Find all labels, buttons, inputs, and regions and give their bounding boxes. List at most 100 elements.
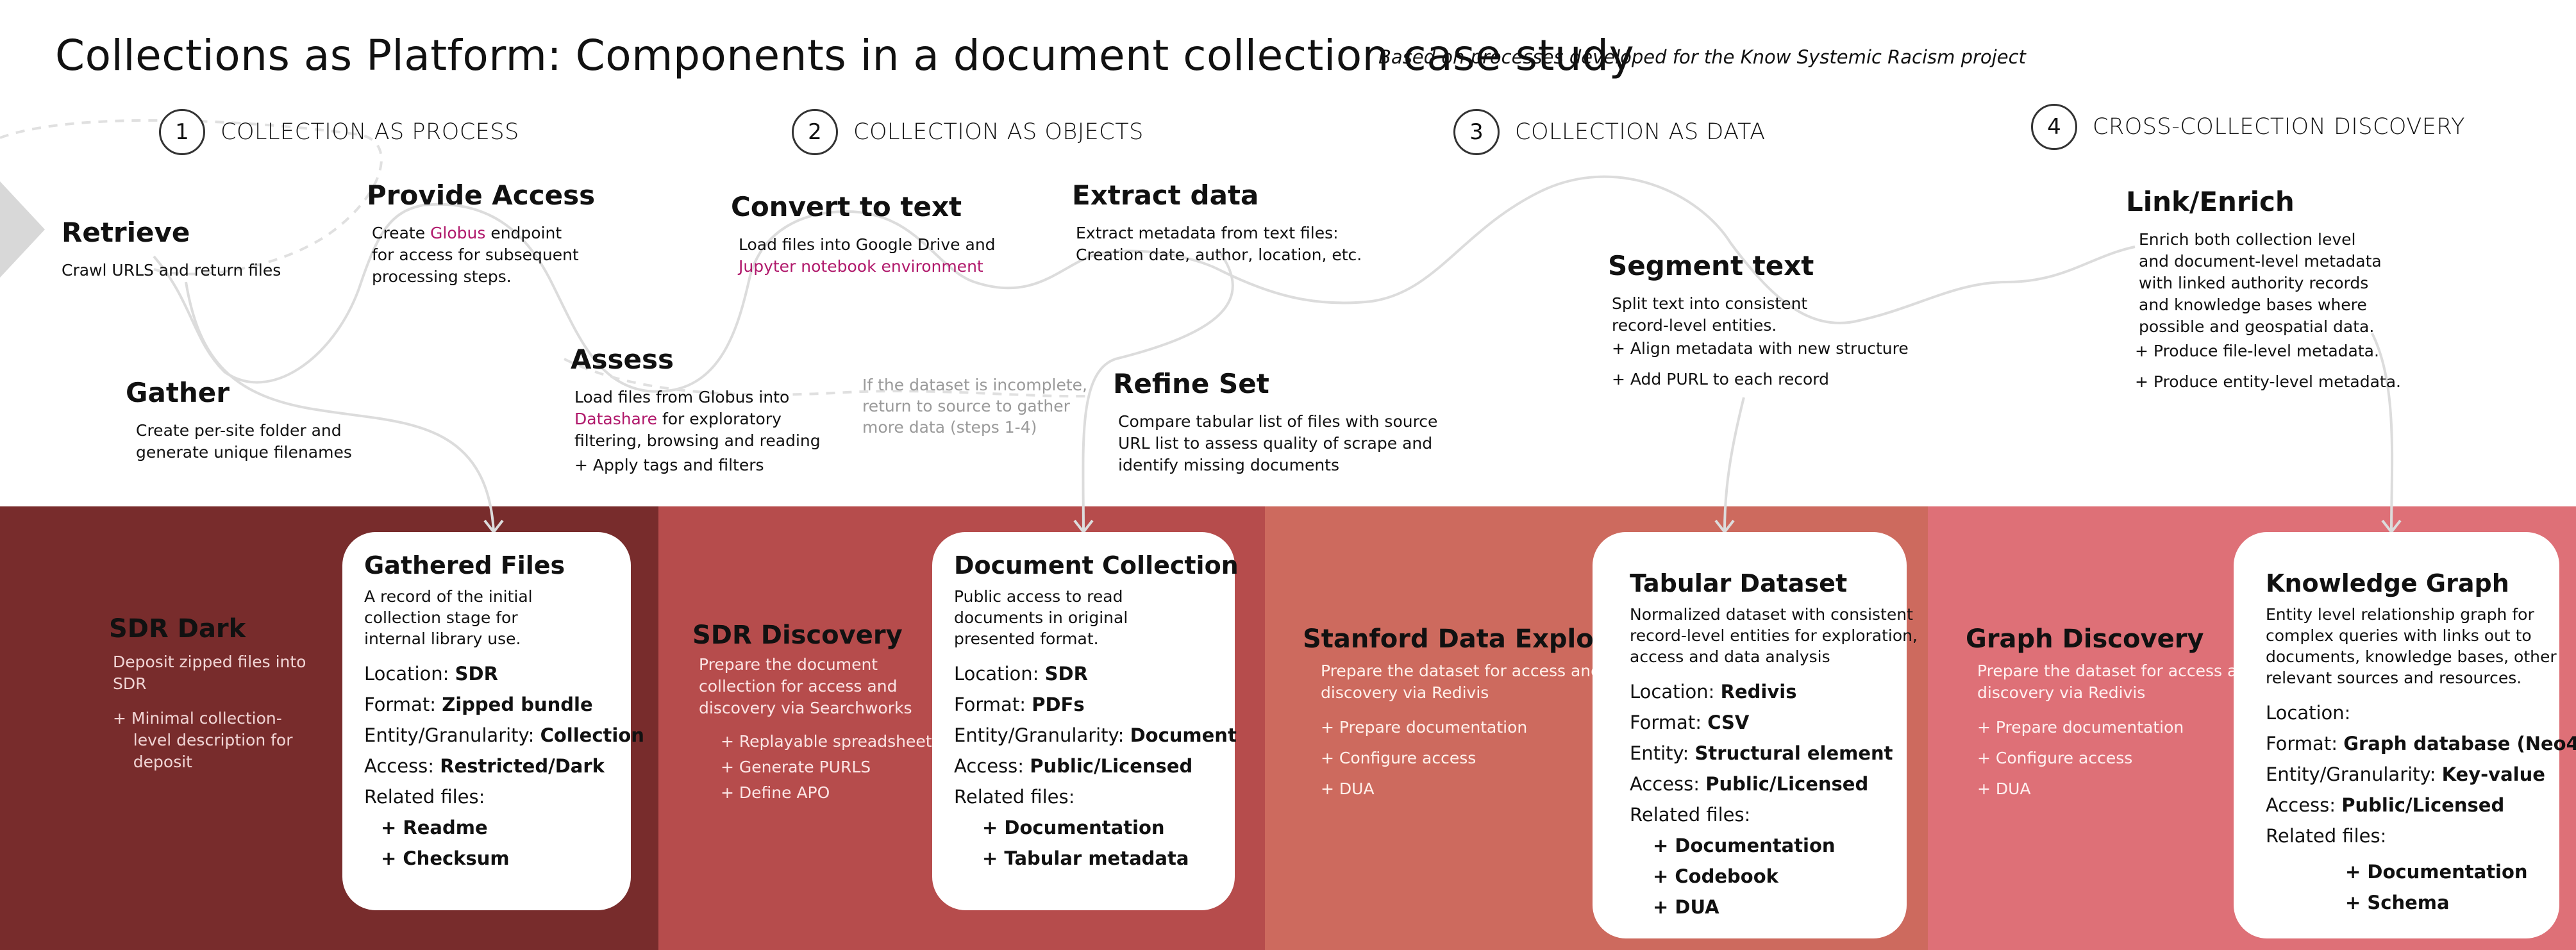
card-document-collection-related-label: Related files: (954, 786, 1075, 808)
feedback-note: If the dataset is incomplete, return to … (862, 374, 1087, 438)
card-gathered-files-location: Location: SDR (364, 658, 609, 689)
step-convert-desc-1: Load files into Google Drive and (739, 235, 996, 254)
step-provide-access-desc-1: Create Globus endpoint (372, 222, 595, 244)
related-file: + Checksum (381, 847, 510, 869)
phase-2: 2 COLLECTION AS OBJECTS (792, 109, 1144, 155)
step-convert-title: Convert to text (731, 191, 962, 222)
field-label: Access: (954, 755, 1030, 777)
step-segment-desc-1: Split text into consistent (1612, 294, 1808, 313)
step-link-enrich-desc-2: and document-level metadata (2139, 252, 2382, 271)
field-label: Location: (364, 663, 455, 685)
card-desc-line: Public access to read (954, 587, 1123, 606)
card-tabular-dataset-related-label: Related files: (1630, 804, 1751, 826)
section-bullets-graph-discovery: + Prepare documentation + Configure acce… (1977, 717, 2184, 809)
card-tabular-dataset-format: Format: CSV (1630, 707, 1885, 738)
step-provide-access-desc-3: processing steps. (372, 267, 512, 286)
step-gather-desc-1: Create per-site folder and (136, 421, 342, 440)
step-convert: Convert to text Load files into Google D… (731, 191, 996, 278)
section-bullet: + Replayable spreadsheet (721, 732, 932, 751)
step-refine-desc-2: URL list to assess quality of scrape and (1118, 434, 1433, 453)
section-desc-sdr-discovery-1: Prepare the document (699, 655, 878, 674)
step-segment-title: Segment text (1608, 250, 1814, 281)
step-provide-access-title: Provide Access (367, 179, 596, 211)
feedback-note-line-1: If the dataset is incomplete, (862, 376, 1087, 394)
field-value: SDR (455, 663, 498, 685)
field-label: Format: (1630, 712, 1708, 733)
step-assess-desc-2: Datashare for exploratory (574, 408, 821, 430)
step-link-enrich-bullet-1: + Produce file-level metadata. (2135, 342, 2379, 360)
card-desc-line: presented format. (954, 629, 1099, 648)
card-gathered-files-entity: Entity/Granularity: Collection (364, 720, 644, 751)
section-bullet: + Configure access (1977, 749, 2133, 767)
field-label: Entity/Granularity: (954, 724, 1130, 746)
card-tabular-dataset-access: Access: Public/Licensed (1630, 769, 1885, 799)
card-document-collection-title: Document Collection (954, 551, 1239, 579)
section-bullet: + Configure access (1321, 749, 1476, 767)
card-knowledge-graph-title: Knowledge Graph (2266, 569, 2509, 597)
phase-3-number: 3 (1453, 109, 1500, 155)
card-desc-line: complex queries with links out to (2266, 626, 2532, 645)
card-gathered-files-title: Gathered Files (364, 551, 565, 579)
step-link-enrich-desc-4: and knowledge bases where (2139, 296, 2367, 314)
step-provide-access-desc-pre: Create (372, 224, 431, 242)
card-knowledge-graph-related-label: Related files: (2266, 825, 2387, 847)
feedback-note-line-2: return to source to gather (862, 397, 1070, 415)
card-knowledge-graph-location: Location: (2266, 697, 2538, 728)
step-provide-access-desc-2: for access for subsequent (372, 246, 579, 264)
section-bullet: + Prepare documentation (1321, 718, 1528, 737)
card-knowledge-graph-entity: Entity/Granularity: Key-value (2266, 759, 2545, 790)
field-label: Location: (954, 663, 1045, 685)
section-bullet-sdr-dark-3: deposit (113, 753, 192, 771)
section-bullet-sdr-dark-1: + Minimal collection- (113, 709, 282, 728)
step-assess-desc-post: for exploratory (657, 410, 782, 428)
step-link-enrich: Link/Enrich Enrich both collection level… (2126, 186, 2401, 402)
card-tabular-dataset: Tabular Dataset Normalized dataset with … (1593, 532, 1918, 938)
card-gathered-files-format: Format: Zipped bundle (364, 689, 609, 720)
card-tabular-dataset-desc: Normalized dataset with consistent recor… (1630, 604, 1918, 667)
field-value: CSV (1707, 712, 1750, 733)
field-label: Access: (364, 755, 440, 777)
card-desc-line: A record of the initial (364, 587, 533, 606)
step-retrieve: Retrieve Crawl URLS and return files (62, 217, 281, 281)
card-desc-line: internal library use. (364, 629, 521, 648)
section-bullet: + Define APO (721, 783, 830, 802)
field-label: Location: (2266, 702, 2351, 724)
datashare-link[interactable]: Datashare (574, 410, 657, 428)
field-value: Public/Licensed (1705, 773, 1869, 795)
field-value: Key-value (2441, 763, 2545, 785)
related-file: + Documentation (982, 817, 1165, 838)
section-desc-stanford-data-explorer: Prepare the dataset for access and disco… (1321, 660, 1601, 704)
phase-2-label: COLLECTION AS OBJECTS (853, 119, 1144, 145)
field-label: Entity/Granularity: (364, 724, 540, 746)
globus-link[interactable]: Globus (430, 224, 485, 242)
step-gather-title: Gather (126, 377, 230, 408)
field-value: Redivis (1720, 681, 1797, 703)
step-segment: Segment text Split text into consistent … (1608, 250, 1909, 399)
field-value: PDFs (1032, 694, 1085, 715)
section-bullet: + DUA (1321, 779, 1375, 798)
related-file: + DUA (1653, 896, 1719, 918)
card-gathered-files: Gathered Files A record of the initial c… (342, 532, 644, 910)
section-desc-sdr-dark-2: SDR (113, 674, 147, 693)
card-knowledge-graph-format: Format: Graph database (Neo4J) (2266, 728, 2576, 759)
step-assess-desc-3: filtering, browsing and reading (574, 431, 821, 450)
section-title-sdr-discovery: SDR Discovery (692, 621, 903, 650)
card-gathered-files-related-label: Related files: (364, 786, 485, 808)
related-file: + Readme (381, 817, 488, 838)
section-title-stanford-data-explorer: Stanford Data Explorer (1303, 624, 1637, 654)
field-label: Location: (1630, 681, 1721, 703)
phase-3-label: COLLECTION AS DATA (1515, 119, 1766, 145)
card-gathered-files-access: Access: Restricted/Dark (364, 751, 609, 781)
step-assess: Assess Load files from Globus into Datas… (571, 344, 821, 476)
page-subtitle: Based on processes developed for the Kno… (1378, 46, 2026, 68)
jupyter-notebook-link[interactable]: Jupyter notebook environment (739, 256, 996, 278)
step-retrieve-title: Retrieve (62, 217, 190, 248)
section-desc-gd-1: Prepare the dataset for access and (1977, 662, 2257, 680)
section-bullets-sdr-discovery: + Replayable spreadsheet + Generate PURL… (721, 731, 932, 808)
step-extract-title: Extract data (1072, 179, 1259, 211)
step-provide-access-desc-post: endpoint (485, 224, 562, 242)
phase-4-number: 4 (2031, 104, 2077, 150)
step-link-enrich-desc-1: Enrich both collection level (2139, 230, 2356, 249)
card-tabular-dataset-location: Location: Redivis (1630, 676, 1885, 707)
card-desc-line: Entity level relationship graph for (2266, 605, 2534, 624)
